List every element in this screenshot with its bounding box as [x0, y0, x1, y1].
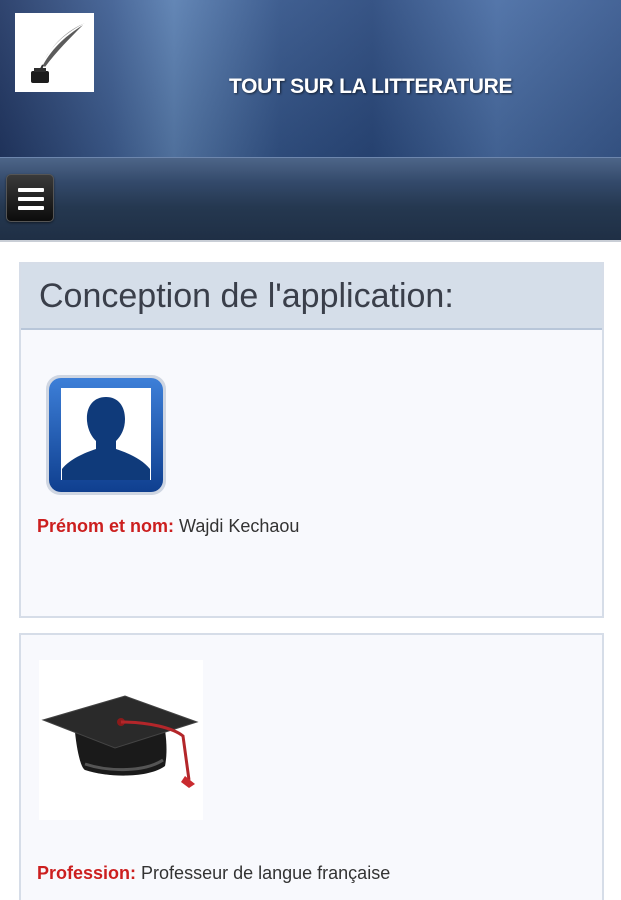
site-title: TOUT SUR LA LITTERATURE: [229, 75, 513, 98]
graduation-cap-icon: [39, 660, 203, 820]
menu-button[interactable]: [6, 174, 54, 222]
quill-inkwell-icon: [15, 13, 94, 92]
main-content: Conception de l'application: Prénom et n…: [0, 244, 621, 900]
user-silhouette-icon: [44, 373, 168, 497]
section-title: Conception de l'application:: [39, 277, 454, 315]
profession-card: Profession: Professeur de langue françai…: [19, 633, 604, 900]
profession-label: Profession:: [37, 863, 137, 883]
profession-value: Professeur de langue française: [141, 863, 391, 883]
profession-line: Profession: Professeur de langue françai…: [37, 863, 390, 884]
name-label: Prénom et nom:: [37, 516, 175, 536]
author-name-line: Prénom et nom: Wajdi Kechaou: [37, 516, 299, 537]
app-header: TOUT SUR LA LITTERATURE: [0, 0, 621, 157]
hamburger-menu-icon: [18, 188, 44, 210]
name-value: Wajdi Kechaou: [179, 516, 300, 536]
author-card: Conception de l'application: Prénom et n…: [19, 262, 604, 618]
card-header: Conception de l'application:: [21, 264, 602, 330]
navigation-bar: [0, 157, 621, 242]
